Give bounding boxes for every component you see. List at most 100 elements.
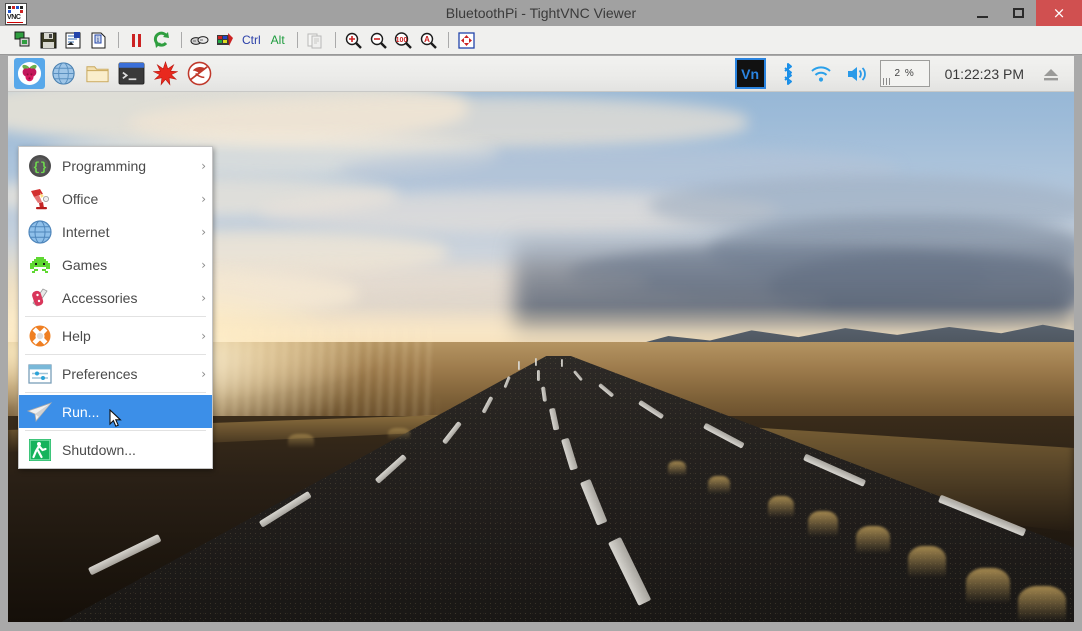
menu-item-shutdown[interactable]: Shutdown... (19, 433, 212, 466)
cpu-graph (882, 78, 891, 85)
mathematica-star-icon (153, 61, 178, 86)
eject-icon[interactable] (1034, 56, 1068, 92)
menu-item-label: Office (62, 190, 99, 207)
bluetooth-icon[interactable] (773, 56, 803, 92)
programming-icon: {} (27, 153, 53, 179)
mathematica-launcher[interactable] (150, 58, 181, 89)
menu-separator (25, 392, 206, 393)
internet-icon (27, 219, 53, 245)
separator-2 (181, 32, 182, 48)
menu-item-office[interactable]: Office › (19, 182, 212, 215)
shutdown-icon (27, 437, 53, 463)
svg-text:100: 100 (396, 37, 408, 44)
cpu-usage-label: 2 % (894, 68, 915, 79)
separator-4 (334, 32, 336, 48)
new-connection-icon[interactable] (12, 29, 35, 51)
help-icon (27, 323, 53, 349)
window-frame-bottom (0, 622, 1082, 631)
menu-item-programming[interactable]: {} Programming › (19, 149, 212, 182)
zoom-in-icon[interactable] (342, 29, 365, 51)
zoom-auto-icon[interactable]: A (417, 29, 440, 51)
svg-text:A: A (424, 35, 430, 44)
menu-item-help[interactable]: Help › (19, 319, 212, 352)
file-manager-launcher[interactable] (82, 58, 113, 89)
zoom-100-icon[interactable]: 100 (392, 29, 415, 51)
zoom-out-icon[interactable] (367, 29, 390, 51)
maximize-button[interactable] (1000, 0, 1036, 26)
vnc-toolbar: i Ctrl Alt 100 A (0, 26, 1082, 55)
menu-item-label: Internet (62, 223, 110, 240)
alt-key-button[interactable]: Alt (267, 29, 289, 51)
menu-item-accessories[interactable]: Accessories › (19, 281, 212, 314)
system-tray: Vn 2 % 01:22:23 PM (728, 56, 1074, 92)
window-title: BluetoothPi - TightVNC Viewer (445, 5, 637, 21)
menu-item-label: Run... (62, 403, 100, 420)
menu-separator (25, 316, 206, 317)
menu-item-games[interactable]: Games › (19, 248, 212, 281)
panel-launchers (8, 58, 218, 89)
vnc-logo-text: VNC (7, 14, 21, 21)
lxde-taskbar: Vn 2 % 01:22:23 PM (8, 56, 1074, 92)
menu-separator (25, 430, 206, 431)
connection-options-icon[interactable] (62, 29, 85, 51)
transfer-files-icon[interactable] (304, 29, 327, 51)
svg-text:{}: {} (33, 160, 47, 174)
raspberry-pi-icon (17, 61, 42, 86)
clock[interactable]: 01:22:23 PM (935, 66, 1034, 82)
vnc-server-tray-icon[interactable]: Vn (728, 56, 773, 92)
run-icon (26, 399, 53, 425)
cpu-usage-monitor[interactable]: 2 % (879, 60, 930, 87)
raspberry-menu-button[interactable] (14, 58, 45, 89)
refresh-icon[interactable] (150, 29, 173, 51)
chevron-right-icon: › (201, 224, 206, 239)
web-browser-launcher[interactable] (48, 58, 79, 89)
chevron-right-icon: › (201, 191, 206, 206)
vnc-logo-icon: VNC (5, 3, 27, 25)
globe-icon (52, 62, 75, 85)
menu-item-internet[interactable]: Internet › (19, 215, 212, 248)
menu-separator (25, 354, 206, 355)
separator-1 (118, 32, 119, 48)
separator-3 (296, 32, 298, 48)
close-button[interactable]: × (1036, 0, 1082, 26)
pause-icon[interactable] (125, 29, 148, 51)
wolfram-icon (187, 61, 212, 86)
wolfram-launcher[interactable] (184, 58, 215, 89)
alt-key-label: Alt (270, 33, 285, 47)
chevron-right-icon: › (201, 366, 206, 381)
window-frame-left (0, 56, 8, 631)
ctrl-key-button[interactable]: Ctrl (238, 29, 265, 51)
ctrl-key-label: Ctrl (242, 33, 261, 47)
remote-desktop-view[interactable]: Vn 2 % 01:22:23 PM {} Programming › Offi… (8, 56, 1074, 622)
menu-item-label: Help (62, 327, 91, 344)
menu-item-label: Shutdown... (62, 441, 136, 458)
application-menu: {} Programming › Office › Internet › Gam… (18, 146, 213, 469)
wifi-icon[interactable] (803, 56, 839, 92)
menu-item-preferences[interactable]: Preferences › (19, 357, 212, 390)
ctrl-alt-del-icon[interactable] (213, 29, 236, 51)
chevron-right-icon: › (201, 290, 206, 305)
terminal-launcher[interactable] (116, 58, 147, 89)
menu-item-label: Preferences (62, 365, 138, 382)
minimize-button[interactable] (964, 0, 1000, 26)
vnc-tray-label: Vn (741, 65, 760, 82)
volume-icon[interactable] (839, 56, 875, 92)
connection-info-icon[interactable]: i (87, 29, 110, 51)
window-titlebar[interactable]: VNC BluetoothPi - TightVNC Viewer × (0, 0, 1082, 26)
save-connection-icon[interactable] (37, 29, 60, 51)
window-frame-right (1074, 56, 1082, 631)
menu-item-label: Programming (62, 157, 147, 174)
folder-icon (86, 66, 109, 83)
menu-item-label: Accessories (62, 289, 138, 306)
separator-5 (447, 32, 449, 48)
terminal-icon (118, 62, 145, 85)
send-keys-icon[interactable] (188, 29, 211, 51)
chevron-right-icon: › (201, 158, 206, 173)
window-controls: × (964, 0, 1082, 26)
menu-item-label: Games (62, 256, 108, 273)
fullscreen-icon[interactable] (455, 29, 478, 51)
chevron-right-icon: › (201, 257, 206, 272)
menu-item-run[interactable]: Run... (19, 395, 212, 428)
preferences-icon (27, 361, 53, 387)
games-icon (27, 252, 53, 278)
